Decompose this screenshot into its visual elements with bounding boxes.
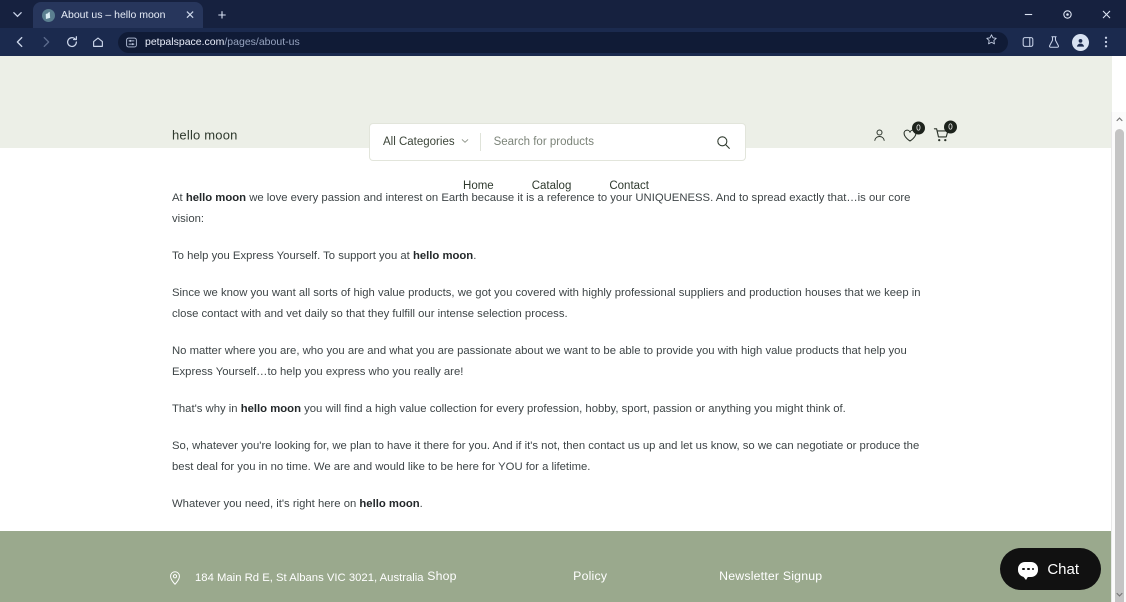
search-icon[interactable]: [710, 135, 745, 150]
footer-newsletter-column: Newsletter Signup Subscribe to our newsl…: [719, 569, 940, 602]
window-close-button[interactable]: [1087, 0, 1126, 28]
content-paragraph: That's why in hello moon you will find a…: [172, 399, 940, 420]
location-pin-icon: [166, 569, 184, 587]
content-paragraph: To help you Express Yourself. To support…: [172, 246, 940, 267]
scrollbar-thumb[interactable]: [1115, 129, 1124, 602]
chat-widget-label: Chat: [1047, 560, 1079, 578]
tab-search-icon[interactable]: [4, 1, 30, 27]
paragraph-text: Whatever you need, it's right here on: [172, 498, 360, 510]
address-bar[interactable]: petpalspace.com/pages/about-us: [118, 31, 1008, 53]
wishlist-icon[interactable]: 0: [902, 121, 925, 143]
page-viewport: hello moon All Categories Search for pro…: [0, 56, 1126, 602]
scroll-down-arrow-icon[interactable]: [1112, 587, 1126, 602]
browser-toolbar: petpalspace.com/pages/about-us: [0, 28, 1126, 56]
content-paragraph: Whatever you need, it's right here on he…: [172, 494, 940, 515]
profile-avatar-icon[interactable]: [1068, 30, 1092, 54]
back-button[interactable]: [8, 30, 32, 54]
page-scrollbar[interactable]: [1111, 112, 1126, 602]
footer-address-text: 184 Main Rd E, St Albans VIC 3021, Austr…: [195, 572, 424, 584]
nav-item-home[interactable]: Home: [463, 180, 494, 192]
nav-item-contact[interactable]: Contact: [609, 180, 649, 192]
tab-close-icon[interactable]: ✕: [183, 7, 197, 23]
browser-window: About us – hello moon ✕ + petpalspace.co…: [0, 0, 1126, 602]
paragraph-text: That's why in: [172, 403, 241, 415]
new-tab-button[interactable]: +: [211, 4, 233, 26]
cart-icon[interactable]: 0: [933, 120, 957, 144]
nav-item-catalog[interactable]: Catalog: [532, 180, 572, 192]
content-paragraph: So, whatever you're looking for, we plan…: [172, 436, 940, 478]
footer-policy-title: Policy: [573, 569, 608, 583]
cart-badge: 0: [944, 120, 957, 134]
paragraph-text: Since we know you want all sorts of high…: [172, 287, 921, 320]
search-input[interactable]: [480, 136, 710, 148]
tab-strip: About us – hello moon ✕ +: [0, 0, 1126, 28]
content-paragraph: Since we know you want all sorts of high…: [172, 283, 940, 325]
site-logo[interactable]: hello moon: [172, 128, 238, 143]
footer-policy-column: Policy Privacy Policy Refund Policy Ship…: [573, 569, 719, 602]
content-paragraph: No matter where you are, who you are and…: [172, 341, 940, 383]
labs-flask-icon[interactable]: [1042, 30, 1066, 54]
main-navigation: Home Catalog Contact: [0, 180, 1112, 192]
reload-button[interactable]: [60, 30, 84, 54]
window-controls: [1009, 0, 1126, 28]
scroll-up-arrow-icon[interactable]: [1112, 112, 1126, 127]
chat-bubble-icon: [1018, 561, 1039, 580]
side-panel-icon[interactable]: [1016, 30, 1040, 54]
about-us-content: At hello moon we love every passion and …: [0, 148, 1112, 515]
paragraph-text: To help you Express Yourself. To support…: [172, 250, 413, 262]
footer-shop-column: Shop Catalog Contact Order tracking: [427, 569, 573, 602]
three-dot-menu-icon[interactable]: [1094, 30, 1118, 54]
tab-favicon-icon: [42, 8, 55, 22]
tab-title: About us – hello moon: [61, 9, 166, 21]
account-icon[interactable]: [872, 128, 887, 143]
browser-tab[interactable]: About us – hello moon ✕: [33, 2, 203, 28]
shopify-chat-widget[interactable]: Chat: [1000, 548, 1101, 590]
paragraph-text: So, whatever you're looking for, we plan…: [172, 440, 920, 473]
window-minimize-button[interactable]: [1009, 0, 1048, 28]
footer-shop-title: Shop: [427, 569, 457, 583]
window-maximize-button[interactable]: [1048, 0, 1087, 28]
header-action-icons: 0 0: [872, 120, 957, 144]
brand-name-emphasis: hello moon: [359, 498, 420, 510]
address-bar-url: petpalspace.com/pages/about-us: [145, 36, 300, 48]
paragraph-text: .: [473, 250, 477, 262]
site-footer: 184 Main Rd E, St Albans VIC 3021, Austr…: [0, 531, 1112, 602]
paragraph-text: At: [172, 192, 186, 204]
paragraph-text: .: [419, 498, 423, 510]
site-settings-icon[interactable]: [125, 36, 138, 49]
wishlist-badge: 0: [912, 121, 925, 134]
home-button[interactable]: [86, 30, 110, 54]
footer-newsletter-title: Newsletter Signup: [719, 569, 823, 583]
site-header: hello moon All Categories Search for pro…: [0, 56, 1112, 192]
url-path: /pages/about-us: [224, 36, 300, 48]
paragraph-text: No matter where you are, who you are and…: [172, 345, 907, 378]
paragraph-text: you will find a high value collection fo…: [300, 403, 846, 415]
footer-columns: 184 Main Rd E, St Albans VIC 3021, Austr…: [0, 569, 1112, 602]
content-paragraph: At hello moon we love every passion and …: [172, 188, 940, 230]
page-content: hello moon All Categories Search for pro…: [0, 56, 1112, 602]
forward-button[interactable]: [34, 30, 58, 54]
category-select[interactable]: All Categories: [370, 136, 480, 148]
url-domain: petpalspace.com: [145, 36, 225, 48]
brand-name-emphasis: hello moon: [240, 403, 301, 415]
chevron-down-icon: [461, 137, 469, 147]
footer-contact-column: 184 Main Rd E, St Albans VIC 3021, Austr…: [166, 569, 427, 602]
brand-name-emphasis: hello moon: [412, 250, 474, 262]
brand-name-emphasis: hello moon: [185, 192, 247, 204]
product-search-bar: All Categories: [370, 124, 745, 160]
paragraph-text: we love every passion and interest on Ea…: [172, 192, 911, 225]
category-select-label: All Categories: [383, 136, 455, 148]
bookmark-star-icon[interactable]: [985, 33, 998, 51]
footer-address-row: 184 Main Rd E, St Albans VIC 3021, Austr…: [166, 569, 427, 587]
